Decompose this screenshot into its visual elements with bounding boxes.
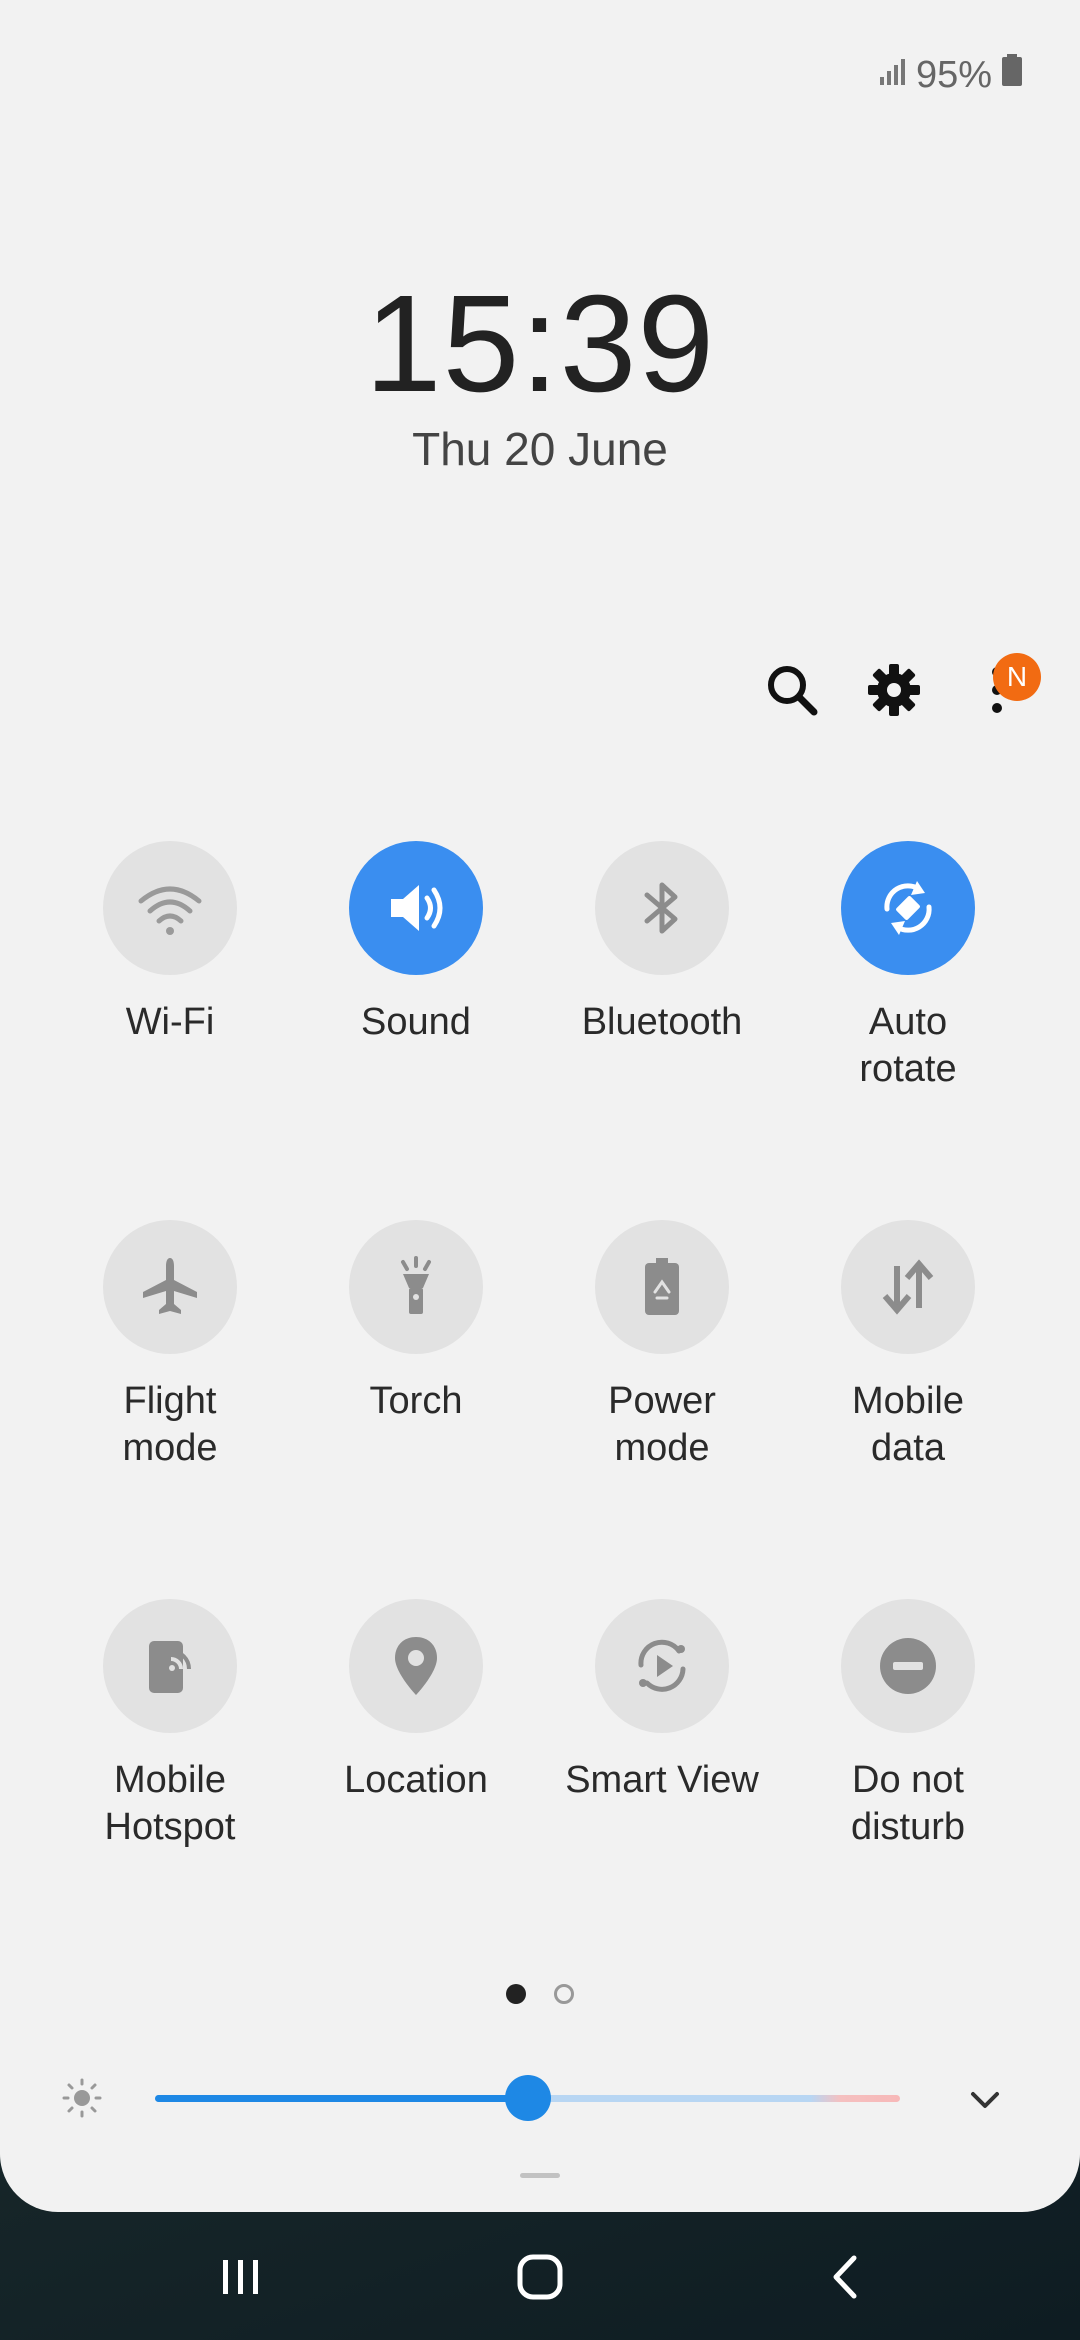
tile-label: Mobile data	[852, 1380, 964, 1469]
tile-do-not-disturb[interactable]: Do not disturb	[785, 1599, 1031, 1851]
tile-sound[interactable]: Sound	[293, 841, 539, 1046]
tile-wifi[interactable]: Wi-Fi	[47, 841, 293, 1046]
clock-time: 15:39	[364, 267, 716, 421]
tile-torch[interactable]: Torch	[293, 1220, 539, 1425]
torch-icon	[349, 1220, 483, 1354]
tile-smart-view[interactable]: Smart View	[539, 1599, 785, 1804]
tile-label: Flight mode	[122, 1380, 218, 1469]
tile-label: Torch	[369, 1380, 463, 1422]
tile-label: Sound	[361, 1001, 471, 1043]
tile-mobile-hotspot[interactable]: Mobile Hotspot	[47, 1599, 293, 1851]
tile-power-mode[interactable]: Power mode	[539, 1220, 785, 1472]
page-dot-active[interactable]	[506, 1984, 526, 2004]
recent-apps-icon[interactable]	[211, 2252, 271, 2302]
brightness-slider-thumb[interactable]	[504, 2075, 551, 2121]
tile-label: Auto rotate	[859, 1001, 957, 1090]
airplane-icon	[103, 1220, 237, 1354]
brightness-sun-icon	[62, 2078, 102, 2118]
notification-badge: N	[993, 653, 1041, 701]
tile-label: Mobile Hotspot	[104, 1759, 236, 1848]
search-icon[interactable]	[762, 660, 822, 720]
tile-label: Bluetooth	[581, 1001, 743, 1043]
mobile-data-icon	[841, 1220, 975, 1354]
panel-drag-handle[interactable]	[520, 2173, 560, 2178]
power-mode-icon	[595, 1220, 729, 1354]
brightness-fill	[155, 2095, 528, 2102]
home-icon[interactable]	[510, 2252, 570, 2302]
status-bar: 95%	[878, 50, 1024, 100]
quick-settings-panel: 95% 15:39 Thu 20 June N Wi-Fi Sound Blue…	[0, 0, 1080, 2212]
page-indicator	[0, 1984, 1080, 2004]
tile-label: Smart View	[565, 1759, 759, 1801]
smart-view-icon	[595, 1599, 729, 1733]
chevron-down-icon[interactable]	[965, 2080, 1005, 2120]
tile-label: Power mode	[608, 1380, 716, 1469]
brightness-row	[0, 2068, 1080, 2128]
location-icon	[349, 1599, 483, 1733]
tile-mobile-data[interactable]: Mobile data	[785, 1220, 1031, 1472]
bluetooth-icon	[595, 841, 729, 975]
battery-icon	[1000, 53, 1024, 97]
sound-icon	[349, 841, 483, 975]
back-icon[interactable]	[816, 2252, 876, 2302]
tile-bluetooth[interactable]: Bluetooth	[539, 841, 785, 1046]
settings-gear-icon[interactable]	[864, 660, 924, 720]
clock-date: Thu 20 June	[412, 423, 668, 475]
tile-label: Do not disturb	[850, 1759, 966, 1848]
tile-label: Wi-Fi	[125, 1001, 215, 1043]
navigation-bar	[0, 2212, 1080, 2340]
do-not-disturb-icon	[841, 1599, 975, 1733]
tile-label: Location	[344, 1759, 488, 1801]
battery-percent: 95%	[915, 53, 992, 96]
page-dot-inactive[interactable]	[554, 1984, 574, 2004]
signal-icon	[878, 54, 908, 97]
panel-toolbar	[0, 660, 1080, 720]
tile-flight-mode[interactable]: Flight mode	[47, 1220, 293, 1472]
tile-auto-rotate[interactable]: Auto rotate	[785, 841, 1031, 1093]
tile-location[interactable]: Location	[293, 1599, 539, 1804]
hotspot-icon	[103, 1599, 237, 1733]
auto-rotate-icon	[841, 841, 975, 975]
wifi-icon	[103, 841, 237, 975]
